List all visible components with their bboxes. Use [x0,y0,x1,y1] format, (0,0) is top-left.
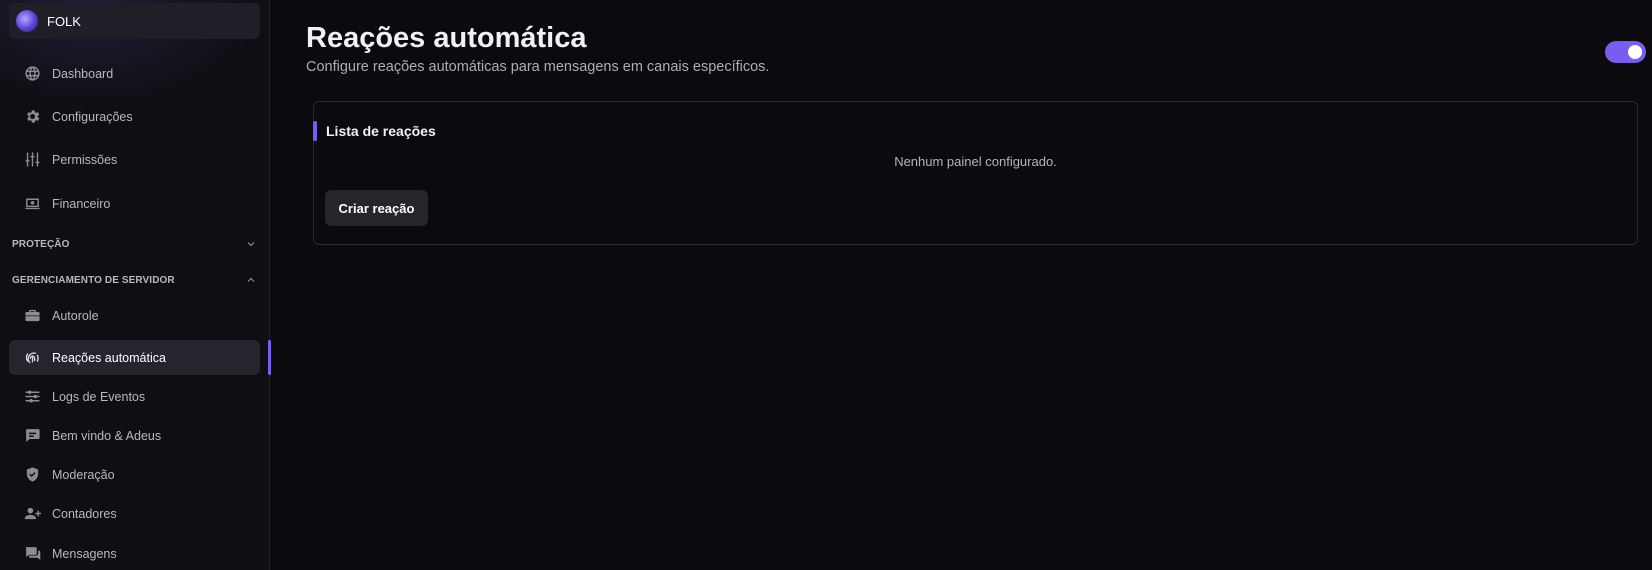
card-accent-bar [313,121,317,141]
empty-state-text: Nenhum painel configurado. [894,154,1057,169]
sliders-icon [23,151,41,169]
section-title: GERENCIAMENTO DE SERVIDOR [12,274,175,286]
sidebar-item-label: Moderação [52,467,115,482]
sidebar-item-contadores[interactable]: Contadores [9,496,260,531]
server-logo-icon [16,10,38,32]
create-reaction-button[interactable]: Criar reação [325,190,428,226]
toggle-knob [1628,45,1642,59]
sidebar-item-label: Financeiro [52,196,111,211]
section-protecao[interactable]: PROTEÇÃO [12,235,257,253]
briefcase-icon [23,307,41,325]
sidebar-item-label: Contadores [52,506,117,521]
card-title: Lista de reações [326,123,436,139]
money-icon [23,195,41,213]
messages-icon [23,545,41,563]
sidebar: FOLK Dashboard Configurações Permissões [0,0,270,570]
chevron-down-icon [247,242,255,247]
sidebar-item-logs-de-eventos[interactable]: Logs de Eventos [9,379,260,414]
app: FOLK Dashboard Configurações Permissões [0,0,1652,570]
sidebar-item-label: Autorole [52,308,99,323]
sidebar-item-dashboard[interactable]: Dashboard [9,56,260,91]
filters-icon [23,388,41,406]
sidebar-item-mensagens[interactable]: Mensagens [9,536,260,570]
sidebar-item-label: Logs de Eventos [52,389,146,404]
sidebar-item-permissoes[interactable]: Permissões [9,142,260,177]
sidebar-item-reacoes-automatica[interactable]: Reações automática [9,340,260,375]
globe-icon [23,65,41,83]
chevron-up-icon [247,277,255,282]
sidebar-item-moderacao[interactable]: Moderação [9,457,260,492]
sidebar-item-financeiro[interactable]: Financeiro [9,186,260,221]
server-name: FOLK [47,13,81,29]
page-title: Reações automática [306,22,587,54]
sidebar-item-label: Configurações [52,109,133,124]
shield-icon [23,466,41,484]
main-content: Reações automática Configure reações aut… [271,0,1652,570]
user-plus-icon [23,505,41,523]
chat-icon [23,427,41,445]
page-subtitle: Configure reações automáticas para mensa… [306,59,770,75]
reactions-card: Lista de reações Nenhum painel configura… [313,101,1638,245]
sidebar-item-label: Reações automática [52,350,166,365]
sidebar-item-bem-vindo[interactable]: Bem vindo & Adeus [9,418,260,453]
fingerprint-icon [23,349,41,367]
server-selector[interactable]: FOLK [9,3,260,39]
feature-toggle[interactable] [1605,41,1646,63]
sidebar-item-label: Mensagens [52,546,117,561]
sidebar-item-autorole[interactable]: Autorole [9,298,260,333]
sidebar-item-configuracoes[interactable]: Configurações [9,99,260,134]
gear-icon [23,108,41,126]
sidebar-item-label: Permissões [52,152,118,167]
sidebar-item-label: Bem vindo & Adeus [52,428,162,443]
section-title: PROTEÇÃO [12,238,70,250]
section-gerenciamento[interactable]: GERENCIAMENTO DE SERVIDOR [12,271,257,289]
sidebar-item-label: Dashboard [52,66,114,81]
